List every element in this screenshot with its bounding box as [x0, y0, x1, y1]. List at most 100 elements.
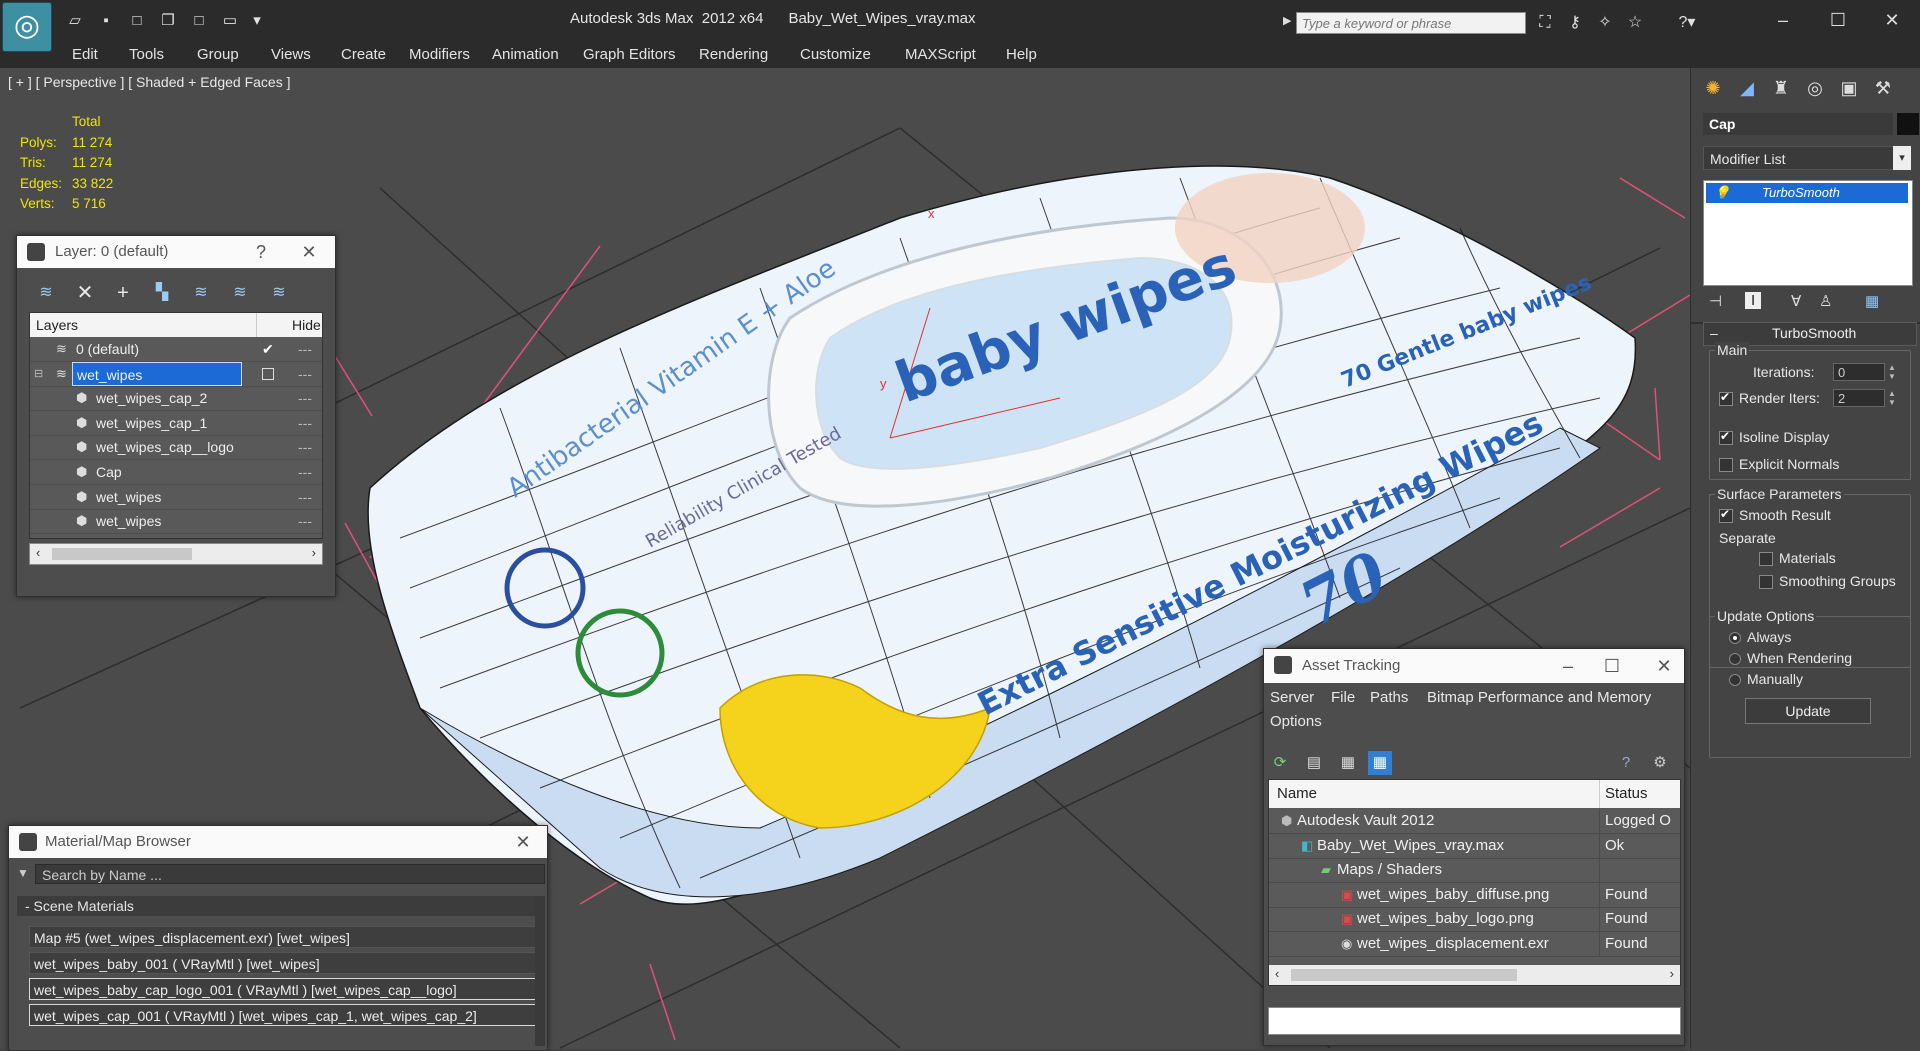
vault-help-icon[interactable]: ?: [1614, 751, 1638, 775]
layer-row[interactable]: ⊟ ≋ wet_wipes ---: [30, 361, 322, 387]
star-connect-icon[interactable]: ✧: [1594, 12, 1616, 34]
search-options-icon[interactable]: ▼: [17, 866, 29, 880]
viewport-label[interactable]: [ + ] [ Perspective ] [ Shaded + Edged F…: [8, 74, 291, 90]
help-icon[interactable]: ?▾: [1672, 12, 1702, 34]
pin-stack-icon[interactable]: ⊣: [1709, 292, 1722, 310]
asset-row[interactable]: ◉ wet_wipes_displacement.exr Found: [1269, 932, 1680, 957]
asset-close-button[interactable]: ✕: [1650, 649, 1678, 683]
menu-tools[interactable]: Tools: [129, 46, 164, 63]
iterations-spinner[interactable]: 0: [1833, 363, 1885, 381]
create-layer-icon[interactable]: ≋: [33, 282, 59, 304]
scene-materials-group[interactable]: - Scene Materials: [17, 896, 539, 916]
set-current-box-icon[interactable]: [262, 367, 274, 380]
motion-tab-icon[interactable]: ◎: [1801, 76, 1829, 100]
menu-group[interactable]: Group: [197, 46, 239, 63]
select-objects-icon[interactable]: ▚: [149, 282, 175, 304]
layer-row[interactable]: ⬢ wet_wipes_cap_2 ---: [30, 386, 322, 412]
asset-menu-options[interactable]: Options: [1270, 713, 1322, 730]
asset-row[interactable]: ▣ wet_wipes_baby_logo.png Found: [1269, 907, 1680, 933]
when-rendering-radio[interactable]: [1729, 653, 1741, 665]
display-tab-icon[interactable]: ▣: [1835, 76, 1863, 100]
layer-row[interactable]: ⬢ wet_wipes ---: [30, 485, 322, 510]
material-item[interactable]: wet_wipes_baby_cap_logo_001 ( VRayMtl ) …: [29, 978, 539, 1000]
save-icon[interactable]: ▪: [95, 11, 117, 31]
list-view-icon[interactable]: ▤: [1302, 751, 1326, 775]
material-item[interactable]: wet_wipes_cap_001 ( VRayMtl ) [wet_wipes…: [29, 1004, 539, 1026]
configure-sets-icon[interactable]: ▦: [1865, 292, 1879, 310]
smooth-result-checkbox[interactable]: [1719, 507, 1733, 523]
manually-radio[interactable]: [1729, 674, 1741, 686]
col-hide[interactable]: Hide: [292, 317, 321, 333]
layer-window-titlebar[interactable]: Layer: 0 (default) ? ✕: [17, 236, 335, 268]
material-search-input[interactable]: Search by Name ...: [35, 864, 545, 884]
create-tab-icon[interactable]: ✺: [1699, 76, 1727, 100]
asset-path-field[interactable]: [1268, 1007, 1681, 1035]
hide-toggle[interactable]: ---: [298, 509, 312, 533]
asset-row[interactable]: ▰ Maps / Shaders: [1269, 858, 1680, 884]
freeze-all-icon[interactable]: ≋: [266, 282, 292, 304]
hide-toggle[interactable]: ---: [298, 460, 312, 484]
copy-icon[interactable]: ❐: [157, 11, 179, 31]
table-view-icon[interactable]: ▦: [1368, 751, 1392, 775]
asset-menu-bitmap[interactable]: Bitmap Performance and Memory: [1427, 689, 1651, 706]
search-expand-icon[interactable]: ▶: [1283, 14, 1293, 30]
materials-checkbox[interactable]: [1759, 552, 1773, 566]
remove-modifier-icon[interactable]: ♙: [1819, 292, 1832, 310]
col-layers[interactable]: Layers: [36, 317, 78, 333]
dropdown-icon[interactable]: ▾: [246, 11, 268, 31]
app-menu-button[interactable]: ◎: [2, 2, 52, 52]
render-iters-spinner[interactable]: 2: [1833, 389, 1885, 407]
refresh-icon[interactable]: ⟳: [1268, 751, 1292, 775]
smoothing-groups-checkbox[interactable]: [1759, 575, 1773, 589]
asset-row[interactable]: ▣ wet_wipes_baby_diffuse.png Found: [1269, 882, 1680, 908]
hide-toggle[interactable]: ---: [298, 411, 312, 435]
material-vscrollbar[interactable]: [535, 896, 545, 1046]
material-browser-titlebar[interactable]: Material/Map Browser ✕: [9, 826, 547, 858]
asset-menu-paths[interactable]: Paths: [1370, 689, 1408, 706]
menu-graph-editors[interactable]: Graph Editors: [583, 46, 676, 63]
layer-row[interactable]: ⬢ wet_wipes_cap_1 ---: [30, 411, 322, 436]
asset-menu-server[interactable]: Server: [1270, 689, 1314, 706]
vault-settings-icon[interactable]: ⚙: [1648, 751, 1672, 775]
asset-minimize-button[interactable]: –: [1554, 649, 1582, 683]
stack-item-turbosmooth[interactable]: 💡 TurboSmooth: [1706, 183, 1908, 203]
menu-modifiers[interactable]: Modifiers: [409, 46, 470, 63]
always-radio[interactable]: [1729, 632, 1741, 644]
hide-toggle[interactable]: ---: [298, 362, 312, 386]
star-icon[interactable]: ☆: [1624, 12, 1646, 34]
layer-row[interactable]: ⬢ wet_wipes_cap__logo ---: [30, 435, 322, 461]
menu-help[interactable]: Help: [1006, 46, 1037, 63]
utilities-tab-icon[interactable]: ⚒: [1869, 76, 1897, 100]
layer-help-button[interactable]: ?: [247, 236, 275, 268]
show-end-result-icon[interactable]: I: [1745, 292, 1762, 309]
minimize-button[interactable]: –: [1763, 6, 1803, 34]
window-icon[interactable]: □: [188, 11, 210, 31]
new-icon[interactable]: □: [126, 11, 148, 31]
menu-customize[interactable]: Customize: [800, 46, 871, 63]
asset-row[interactable]: ◧ Baby_Wet_Wipes_vray.max Ok: [1269, 833, 1680, 859]
col-status[interactable]: Status: [1605, 780, 1648, 808]
hide-toggle[interactable]: ---: [298, 435, 312, 459]
highlight-layer-icon[interactable]: ≋: [188, 282, 214, 304]
material-close-button[interactable]: ✕: [509, 826, 537, 858]
current-layer-check-icon[interactable]: ✔: [262, 337, 274, 361]
expand-toggle-icon[interactable]: ⊟: [34, 362, 43, 386]
modifier-list-dropdown[interactable]: Modifier List: [1703, 146, 1909, 170]
hide-all-icon[interactable]: ≋: [227, 282, 253, 304]
hide-toggle[interactable]: ---: [298, 485, 312, 509]
menu-animation[interactable]: Animation: [492, 46, 559, 63]
menu-maxscript[interactable]: MAXScript: [905, 46, 976, 63]
menu-rendering[interactable]: Rendering: [699, 46, 768, 63]
update-button[interactable]: Update: [1745, 698, 1871, 724]
material-item[interactable]: Map #5 (wet_wipes_displacement.exr) [wet…: [29, 926, 539, 948]
close-button[interactable]: ✕: [1872, 6, 1912, 34]
make-unique-icon[interactable]: ∀: [1791, 292, 1801, 310]
add-to-layer-icon[interactable]: +: [110, 282, 136, 304]
hierarchy-tab-icon[interactable]: ♜: [1767, 76, 1795, 100]
render-iters-checkbox[interactable]: [1719, 390, 1733, 406]
menu-edit[interactable]: Edit: [72, 46, 98, 63]
asset-row[interactable]: ⬢ Autodesk Vault 2012 Logged O: [1269, 809, 1680, 834]
spinner-arrows-icon[interactable]: ▲ ▼: [1887, 363, 1897, 381]
binoculars-icon[interactable]: ⛶: [1534, 12, 1556, 34]
asset-maximize-button[interactable]: ☐: [1598, 649, 1626, 683]
